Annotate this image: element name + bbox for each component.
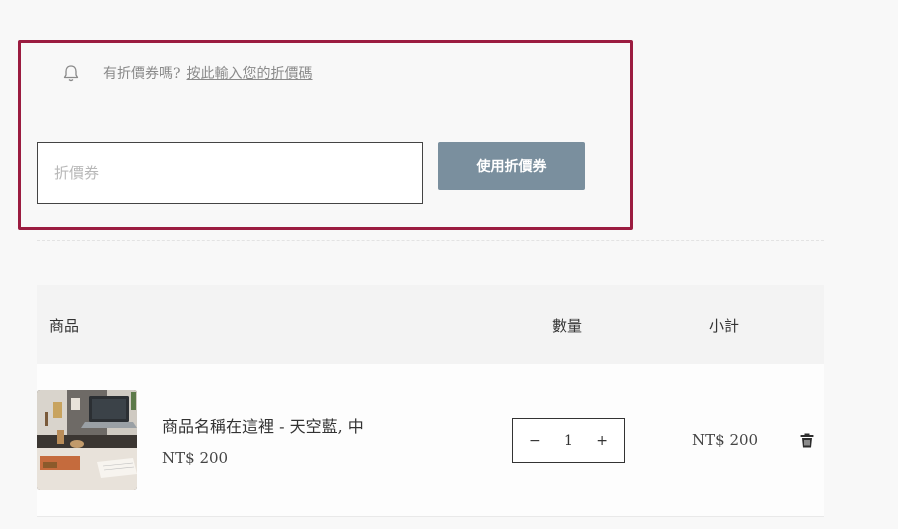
header-product: 商品 xyxy=(49,317,80,335)
divider xyxy=(37,240,824,241)
coupon-notice: 有折價券嗎? 按此輸入您的折價碼 xyxy=(61,63,313,83)
trash-icon[interactable] xyxy=(800,433,814,448)
enter-coupon-link[interactable]: 按此輸入您的折價碼 xyxy=(187,63,313,83)
increase-quantity-button[interactable]: + xyxy=(596,433,608,449)
quantity-stepper: − 1 + xyxy=(512,418,625,463)
coupon-section: 有折價券嗎? 按此輸入您的折價碼 使用折價券 xyxy=(18,40,633,230)
decrease-quantity-button[interactable]: − xyxy=(529,433,541,449)
cart-table-header: 商品 數量 小計 xyxy=(37,285,824,364)
header-quantity: 數量 xyxy=(552,317,583,335)
quantity-value[interactable]: 1 xyxy=(564,433,573,449)
product-price: NT$ 200 xyxy=(162,449,229,467)
bell-icon xyxy=(63,65,79,82)
product-name[interactable]: 商品名稱在這裡 - 天空藍, 中 xyxy=(162,413,364,437)
coupon-input[interactable] xyxy=(37,142,423,204)
cart-row: 商品名稱在這裡 - 天空藍, 中 NT$ 200 − 1 + NT$ 200 xyxy=(37,364,824,517)
apply-coupon-button[interactable]: 使用折價券 xyxy=(438,142,585,190)
coupon-prompt: 有折價券嗎? xyxy=(103,66,181,82)
item-subtotal: NT$ 200 xyxy=(692,431,759,449)
product-thumbnail[interactable] xyxy=(37,390,137,490)
header-subtotal: 小計 xyxy=(709,317,740,335)
